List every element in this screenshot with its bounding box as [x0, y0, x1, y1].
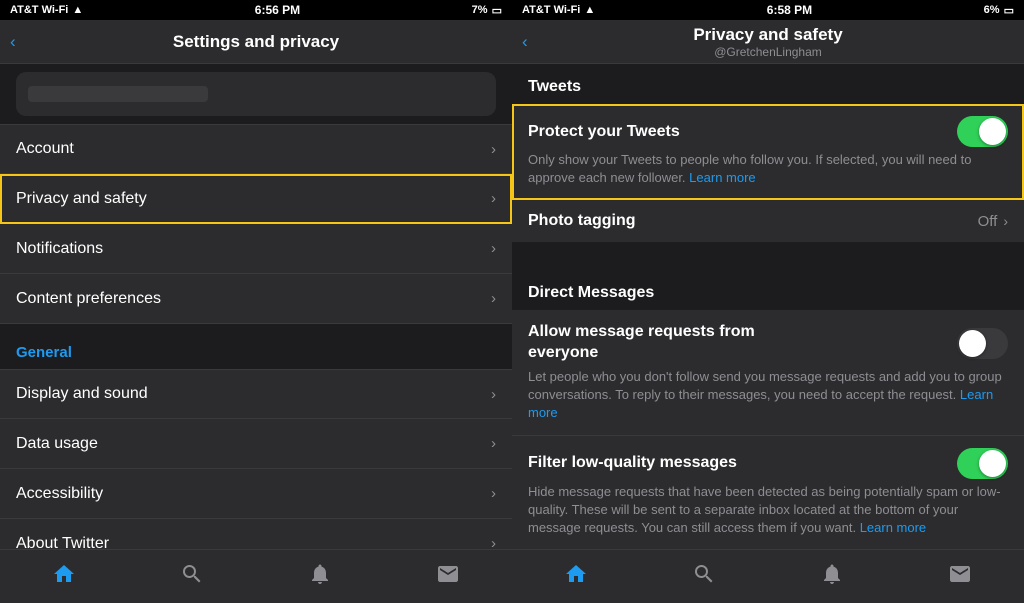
battery-left: 7% ▭: [472, 4, 502, 17]
status-right-left: AT&T Wi-Fi ▲: [522, 4, 595, 16]
carrier-left: AT&T Wi-Fi: [10, 4, 68, 16]
section-divider: [512, 242, 1024, 270]
protect-tweets-item: Protect your Tweets Only show your Tweet…: [512, 104, 1024, 200]
tweets-card-list: Protect your Tweets Only show your Tweet…: [512, 104, 1024, 242]
status-bar-left: AT&T Wi-Fi ▲ 6:56 PM 7% ▭: [0, 0, 512, 20]
nav-bar-right: ‹ Privacy and safety @GretchenLingham: [512, 20, 1024, 64]
tab-messages-left[interactable]: [428, 554, 468, 600]
protect-tweets-label: Protect your Tweets: [528, 123, 680, 141]
tab-notifications-left[interactable]: [300, 554, 340, 600]
status-left: AT&T Wi-Fi ▲: [10, 4, 83, 16]
time-left: 6:56 PM: [255, 3, 300, 17]
tab-home-left[interactable]: [44, 554, 84, 600]
filter-messages-learn-more[interactable]: Learn more: [860, 520, 926, 535]
allow-messages-toggle[interactable]: [957, 328, 1008, 359]
tweets-section-title: Tweets: [512, 64, 1024, 104]
filter-messages-label: Filter low-quality messages: [528, 454, 737, 472]
menu-item-notifications[interactable]: Notifications ›: [0, 224, 512, 274]
time-right: 6:58 PM: [767, 3, 812, 17]
filter-messages-item: Filter low-quality messages Hide message…: [512, 436, 1024, 549]
user-banner: [16, 72, 496, 116]
protect-tweets-row: Protect your Tweets: [528, 116, 1008, 147]
filter-messages-toggle-knob: [979, 450, 1006, 477]
dm-section-title: Direct Messages: [512, 270, 1024, 310]
tab-search-right[interactable]: [684, 554, 724, 600]
allow-messages-description: Let people who you don't follow send you…: [528, 368, 1008, 423]
filter-messages-toggle[interactable]: [957, 448, 1008, 479]
battery-icon-right: ▭: [1004, 4, 1014, 17]
wifi-icon-right: ▲: [584, 4, 595, 16]
page-title-right: Privacy and safety: [693, 25, 842, 45]
battery-right: 6% ▭: [984, 4, 1014, 17]
left-panel: AT&T Wi-Fi ▲ 6:56 PM 7% ▭ ‹ Settings and…: [0, 0, 512, 603]
dm-card-list: Allow message requests from everyone Let…: [512, 310, 1024, 549]
status-bar-right: AT&T Wi-Fi ▲ 6:58 PM 6% ▭: [512, 0, 1024, 20]
filter-messages-description: Hide message requests that have been det…: [528, 483, 1008, 538]
chevron-notifications: ›: [491, 240, 496, 257]
tab-notifications-right[interactable]: [812, 554, 852, 600]
chevron-photo-tagging: ›: [1003, 213, 1008, 229]
back-chevron-left: ‹: [10, 32, 16, 52]
battery-pct-left: 7%: [472, 4, 488, 16]
general-menu: Display and sound › Data usage › Accessi…: [0, 369, 512, 549]
back-button-right[interactable]: ‹: [522, 32, 528, 52]
battery-pct-right: 6%: [984, 4, 1000, 16]
allow-messages-item: Allow message requests from everyone Let…: [512, 310, 1024, 435]
nav-bar-left: ‹ Settings and privacy: [0, 20, 512, 64]
tab-messages-right[interactable]: [940, 554, 980, 600]
photo-tagging-right: Off ›: [978, 213, 1008, 230]
protect-tweets-learn-more[interactable]: Learn more: [689, 170, 755, 185]
menu-item-data[interactable]: Data usage ›: [0, 419, 512, 469]
wifi-icon-left: ▲: [72, 4, 83, 16]
protect-tweets-description: Only show your Tweets to people who foll…: [528, 151, 1008, 187]
filter-messages-row: Filter low-quality messages: [528, 448, 1008, 479]
protect-tweets-toggle[interactable]: [957, 116, 1008, 147]
menu-item-account[interactable]: Account ›: [0, 124, 512, 174]
chevron-account: ›: [491, 141, 496, 158]
photo-tagging-row: Photo tagging Off ›: [528, 212, 1008, 230]
back-chevron-right: ‹: [522, 32, 528, 52]
photo-tagging-value: Off: [978, 213, 998, 230]
menu-item-content[interactable]: Content preferences ›: [0, 274, 512, 324]
protect-tweets-toggle-knob: [979, 118, 1006, 145]
page-subtitle-right: @GretchenLingham: [714, 45, 822, 59]
tab-bar-right: [512, 549, 1024, 603]
chevron-privacy: ›: [491, 190, 496, 207]
carrier-right: AT&T Wi-Fi: [522, 4, 580, 16]
allow-messages-label: Allow message requests from everyone: [528, 322, 788, 364]
menu-item-accessibility[interactable]: Accessibility ›: [0, 469, 512, 519]
content-right: Tweets Protect your Tweets Only show you…: [512, 64, 1024, 549]
user-banner-placeholder: [28, 86, 208, 102]
photo-tagging-label: Photo tagging: [528, 212, 636, 230]
menu-item-about[interactable]: About Twitter ›: [0, 519, 512, 549]
tab-bar-left: [0, 549, 512, 603]
nav-title-group: Privacy and safety @GretchenLingham: [693, 25, 842, 59]
back-button-left[interactable]: ‹: [10, 32, 16, 52]
photo-tagging-item[interactable]: Photo tagging Off ›: [512, 200, 1024, 242]
content-left: Account › Privacy and safety › Notificat…: [0, 64, 512, 549]
main-menu: Account › Privacy and safety › Notificat…: [0, 124, 512, 324]
allow-messages-row: Allow message requests from everyone: [528, 322, 1008, 364]
tab-search-left[interactable]: [172, 554, 212, 600]
page-title-left: Settings and privacy: [173, 32, 339, 52]
tab-home-right[interactable]: [556, 554, 596, 600]
chevron-accessibility: ›: [491, 485, 496, 502]
allow-messages-toggle-knob: [959, 330, 986, 357]
menu-item-privacy[interactable]: Privacy and safety ›: [0, 174, 512, 224]
chevron-content: ›: [491, 290, 496, 307]
menu-item-display[interactable]: Display and sound ›: [0, 369, 512, 419]
chevron-about: ›: [491, 535, 496, 549]
chevron-display: ›: [491, 386, 496, 403]
right-panel: AT&T Wi-Fi ▲ 6:58 PM 6% ▭ ‹ Privacy and …: [512, 0, 1024, 603]
battery-icon-left: ▭: [492, 4, 502, 17]
general-section-header: General: [0, 324, 512, 369]
chevron-data: ›: [491, 435, 496, 452]
